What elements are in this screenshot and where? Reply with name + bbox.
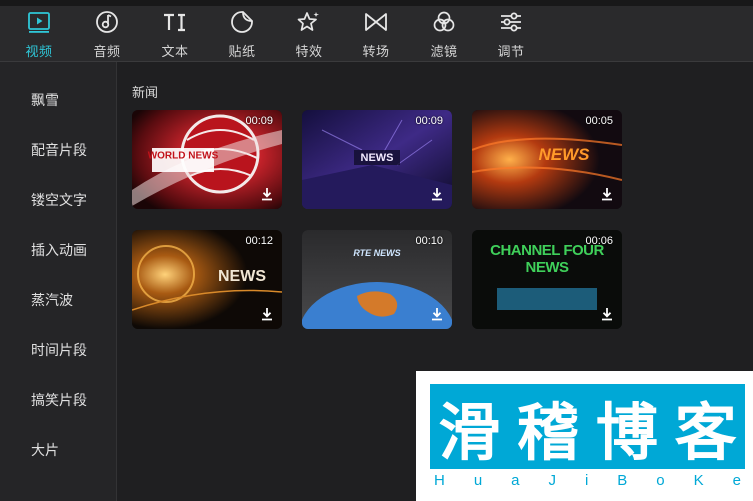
sidebar-item-hollow-text[interactable]: 镂空文字 — [0, 186, 117, 216]
tab-label: 调节 — [497, 45, 525, 60]
tab-video[interactable]: 视频 — [7, 8, 71, 60]
clip-thumbnail[interactable]: CHANNEL FOUR NEWS 00:06 — [472, 230, 622, 329]
sliders-icon — [497, 8, 525, 36]
download-icon[interactable] — [260, 187, 274, 201]
clip-title-art: NEWS — [539, 145, 591, 164]
watermark-letter: a — [511, 472, 520, 489]
clip-thumbnail[interactable]: WORLD NEWS 00:09 — [132, 110, 282, 209]
top-toolbar: 视频 音频 文本 贴纸 特效 转场 滤镜 调节 — [0, 0, 753, 62]
tab-label: 转场 — [362, 45, 390, 60]
watermark-latin: H u a J i B o K e — [430, 472, 745, 494]
music-note-icon — [93, 8, 121, 36]
download-icon[interactable] — [260, 307, 274, 321]
sidebar-item-vaporwave[interactable]: 蒸汽波 — [0, 286, 117, 316]
sidebar-item-blockbuster[interactable]: 大片 — [0, 436, 117, 466]
watermark-letter: H — [434, 472, 445, 489]
watermark-char: 博 — [595, 395, 658, 469]
watermark-letter: K — [693, 472, 704, 489]
sidebar-item-time-clips[interactable]: 时间片段 — [0, 336, 117, 366]
tab-label: 滤镜 — [430, 45, 458, 60]
clip-thumbnail[interactable]: NEWS 00:05 — [472, 110, 622, 209]
clip-title-art: NEWS — [218, 268, 266, 285]
clip-duration: 00:10 — [415, 235, 443, 247]
watermark-letter: B — [617, 472, 628, 489]
watermark-char: 稽 — [517, 395, 580, 469]
sidebar-item-dubbing[interactable]: 配音片段 — [0, 136, 117, 166]
clip-thumbnail[interactable]: RTE NEWS 00:10 — [302, 230, 452, 329]
tab-label: 文本 — [161, 45, 189, 60]
app-window: 视频 音频 文本 贴纸 特效 转场 滤镜 调节 飘雪 配音片段 镂空文字 插入动… — [0, 0, 753, 501]
category-sidebar: 飘雪 配音片段 镂空文字 插入动画 蒸汽波 时间片段 搞笑片段 大片 — [0, 62, 117, 501]
watermark-letter: u — [473, 472, 483, 489]
watermark-chars: 滑 稽 博 客 — [430, 384, 745, 469]
download-icon[interactable] — [430, 307, 444, 321]
tab-audio[interactable]: 音频 — [75, 8, 139, 60]
watermark-letter: i — [584, 472, 589, 489]
clip-thumbnail[interactable]: NEWS 00:09 — [302, 110, 452, 209]
tab-label: 视频 — [25, 45, 53, 60]
video-play-icon — [25, 8, 53, 36]
clip-title-art: CHANNEL FOUR NEWS — [490, 242, 604, 276]
clip-duration: 00:09 — [415, 115, 443, 127]
tab-filter[interactable]: 滤镜 — [412, 8, 476, 60]
clip-duration: 00:05 — [585, 115, 613, 127]
tab-label: 特效 — [295, 45, 323, 60]
tab-effects[interactable]: 特效 — [277, 8, 341, 60]
clip-title-art: NEWS — [361, 152, 394, 164]
download-icon[interactable] — [430, 187, 444, 201]
watermark-char: 客 — [674, 395, 737, 469]
download-icon[interactable] — [600, 187, 614, 201]
clip-title-art: RTE NEWS — [353, 248, 400, 258]
watermark-letter: J — [548, 472, 556, 489]
watermark-logo: 滑 稽 博 客 H u a J i B o K e — [416, 371, 753, 501]
tab-transition[interactable]: 转场 — [344, 8, 408, 60]
clip-title-art: WORLD NEWS — [148, 151, 219, 162]
watermark-letter: o — [656, 472, 665, 489]
watermark-letter: e — [732, 472, 741, 489]
clip-thumbnail[interactable]: NEWS 00:12 — [132, 230, 282, 329]
tab-label: 贴纸 — [228, 45, 256, 60]
section-title: 新闻 — [132, 86, 159, 101]
sidebar-item-funny-clips[interactable]: 搞笑片段 — [0, 386, 117, 416]
tab-adjust[interactable]: 调节 — [479, 8, 543, 60]
sticker-icon — [228, 8, 256, 36]
watermark-char: 滑 — [438, 395, 501, 469]
tab-text[interactable]: 文本 — [143, 8, 207, 60]
bowtie-transition-icon — [362, 8, 390, 36]
text-ti-icon — [161, 8, 189, 36]
tab-sticker[interactable]: 贴纸 — [210, 8, 274, 60]
sidebar-item-snow[interactable]: 飘雪 — [0, 86, 117, 116]
clip-duration: 00:06 — [585, 235, 613, 247]
clip-duration: 00:12 — [245, 235, 273, 247]
sparkle-star-icon — [295, 8, 323, 36]
filter-circles-icon — [430, 8, 458, 36]
sidebar-item-insert-animation[interactable]: 插入动画 — [0, 236, 117, 266]
download-icon[interactable] — [600, 307, 614, 321]
tab-label: 音频 — [93, 45, 121, 60]
clip-duration: 00:09 — [245, 115, 273, 127]
